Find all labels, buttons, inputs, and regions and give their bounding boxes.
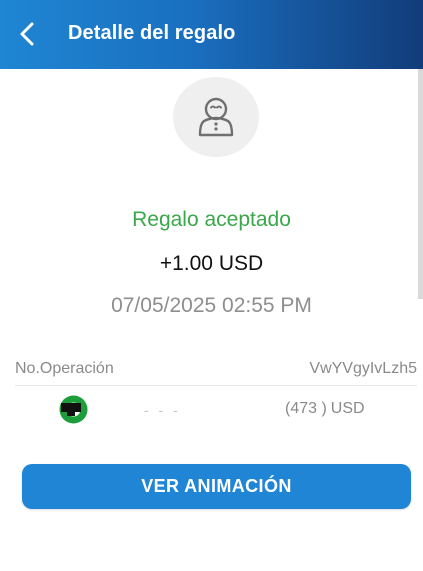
user-avatar-icon <box>198 97 234 137</box>
app-bar: Detalle del regalo <box>0 0 423 69</box>
back-button[interactable] <box>10 16 46 52</box>
avatar <box>173 77 259 157</box>
page-title: Detalle del regalo <box>68 22 236 44</box>
operation-row: No.Operación VwYVgyIvLzh5 <box>15 354 417 384</box>
sender-amount-value: (473 ) <box>285 400 327 417</box>
view-animation-button[interactable]: VER ANIMACIÓN <box>22 464 411 509</box>
divider <box>15 385 417 386</box>
gift-datetime: 07/05/2025 02:55 PM <box>111 294 312 317</box>
operation-value: VwYVgyIvLzh5 <box>309 360 417 377</box>
chevron-left-icon <box>20 22 34 46</box>
operation-label: No.Operación <box>15 360 114 377</box>
sender-logo-icon <box>59 395 88 424</box>
gift-amount: +1.00 USD <box>159 252 264 275</box>
sender-amount: (473 ) USD <box>285 400 365 418</box>
gift-status: Regalo aceptado <box>132 208 291 231</box>
sender-name: - - - <box>144 402 181 418</box>
sender-amount-currency: USD <box>330 400 365 417</box>
